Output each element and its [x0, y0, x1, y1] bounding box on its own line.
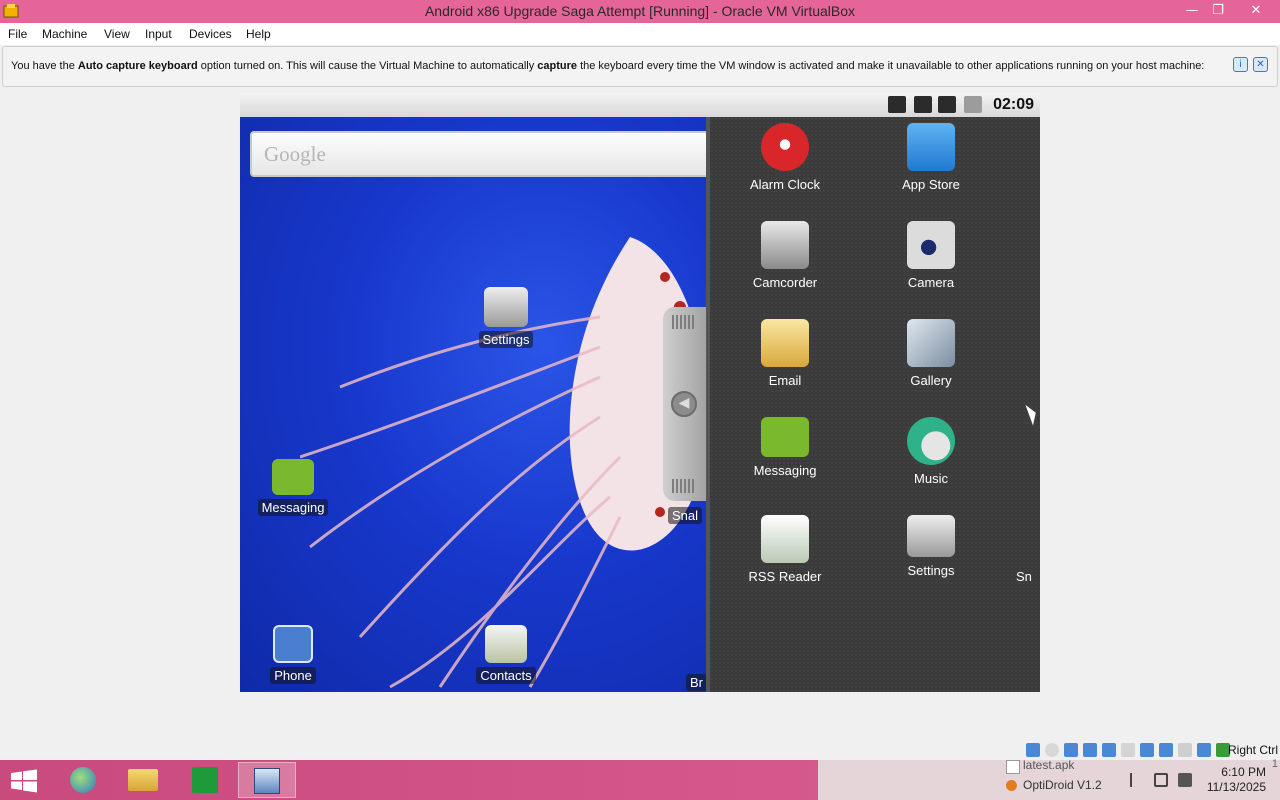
- menu-input[interactable]: Input: [145, 27, 172, 41]
- app-rss-reader[interactable]: RSS Reader: [725, 515, 845, 584]
- vm-status-bar: Right Ctrl: [0, 740, 1280, 760]
- peek-item-optidroid[interactable]: OptiDroid V1.2: [1023, 778, 1102, 792]
- app-app-store[interactable]: App Store: [871, 123, 991, 192]
- auto-capture-notice: You have the Auto capture keyboard optio…: [2, 46, 1278, 87]
- camera-icon: [907, 221, 955, 269]
- desktop-messaging[interactable]: Messaging: [248, 459, 338, 516]
- notice-close-icon[interactable]: ✕: [1253, 57, 1268, 72]
- browser-icon: [70, 767, 96, 793]
- desktop-partial-br[interactable]: Br: [686, 670, 706, 691]
- notice-text: You have the Auto capture keyboard optio…: [11, 60, 1205, 72]
- google-search-placeholder: Google: [264, 142, 326, 166]
- tray-time: 6:10 PM: [1221, 765, 1266, 779]
- windows-taskbar: latest.apk OptiDroid V1.2 6:10 PM 11/13/…: [0, 758, 1280, 800]
- network-icon: [888, 96, 906, 113]
- taskbar-virtualbox[interactable]: [238, 762, 296, 798]
- restore-button[interactable]: ❐: [1202, 0, 1234, 23]
- contacts-icon: [485, 625, 527, 663]
- desktop-partial-snal[interactable]: Snal: [668, 503, 706, 524]
- notice-info-icon[interactable]: i: [1233, 57, 1248, 72]
- signal-icon: [938, 96, 956, 113]
- volume-muted-icon[interactable]: [1178, 773, 1192, 787]
- peek-partial-text: 1: [1271, 758, 1278, 770]
- email-icon: [761, 319, 809, 367]
- android-clock: 02:09: [993, 96, 1034, 113]
- app-drawer[interactable]: Alarm Clock App Store Camcorder Camera E…: [706, 117, 1040, 692]
- taskbar-store[interactable]: [176, 762, 234, 798]
- messaging-icon: [761, 417, 809, 457]
- app-drawer-handle[interactable]: ◀: [663, 307, 706, 501]
- peek-item-latest-apk[interactable]: latest.apk: [1023, 758, 1074, 772]
- rss-reader-icon: [761, 515, 809, 563]
- menu-file[interactable]: File: [8, 27, 27, 41]
- file-icon: [1006, 760, 1020, 774]
- audio-icon[interactable]: [1064, 743, 1078, 757]
- app-partial-sn[interactable]: Sn: [1016, 515, 1040, 584]
- menu-bar: File Machine View Input Devices Help: [0, 23, 1280, 45]
- app-alarm-clock[interactable]: Alarm Clock: [725, 123, 845, 192]
- edge-data-icon: [914, 96, 932, 113]
- close-button[interactable]: ✕: [1234, 0, 1278, 23]
- window-title: Android x86 Upgrade Saga Attempt [Runnin…: [424, 3, 856, 19]
- android-status-bar: 02:09: [240, 93, 1040, 117]
- menu-machine[interactable]: Machine: [42, 27, 87, 41]
- home-screen[interactable]: Google Settings Messaging Phone Contacts…: [240, 117, 706, 692]
- network-tray-icon[interactable]: [1154, 773, 1168, 787]
- android-screen[interactable]: 02:09 Google Settings Messaging Phone Co…: [240, 93, 1040, 692]
- app-gallery[interactable]: Gallery: [871, 319, 991, 388]
- menu-devices[interactable]: Devices: [189, 27, 232, 41]
- usb-icon[interactable]: [1102, 743, 1116, 757]
- app-camera[interactable]: Camera: [871, 221, 991, 290]
- taskbar-file-explorer[interactable]: [114, 762, 172, 798]
- store-icon: [192, 767, 218, 793]
- gallery-icon: [907, 319, 955, 367]
- virtualization-icon[interactable]: [1178, 743, 1192, 757]
- action-center-flag-icon[interactable]: [1130, 773, 1144, 787]
- app-settings[interactable]: Settings: [871, 515, 991, 578]
- app-email[interactable]: Email: [725, 319, 845, 388]
- folder-icon: [128, 769, 158, 791]
- drawer-grip-bottom: [672, 479, 694, 493]
- menu-view[interactable]: View: [104, 27, 130, 41]
- virtualbox-icon: [254, 768, 280, 794]
- display-icon[interactable]: [1140, 743, 1154, 757]
- window-title-bar[interactable]: Android x86 Upgrade Saga Attempt [Runnin…: [0, 0, 1280, 23]
- desktop-phone[interactable]: Phone: [248, 625, 338, 684]
- optical-drive-icon[interactable]: [1045, 743, 1059, 757]
- shared-folders-icon[interactable]: [1121, 743, 1135, 757]
- video-capture-icon[interactable]: [1159, 743, 1173, 757]
- mouse-integration-icon[interactable]: [1197, 743, 1211, 757]
- tray-clock[interactable]: 6:10 PM 11/13/2025: [1207, 765, 1266, 795]
- hard-disk-icon[interactable]: [1026, 743, 1040, 757]
- messaging-icon: [272, 459, 314, 495]
- chevron-left-icon: ◀: [671, 391, 697, 417]
- app-store-icon: [907, 123, 955, 171]
- app-camcorder[interactable]: Camcorder: [725, 221, 845, 290]
- menu-help[interactable]: Help: [246, 27, 271, 41]
- tray-date: 11/13/2025: [1206, 780, 1266, 794]
- phone-icon: [273, 625, 313, 663]
- google-search-bar[interactable]: Google: [250, 131, 706, 177]
- drawer-grip-top: [672, 315, 694, 329]
- settings-icon: [907, 515, 955, 557]
- app-messaging[interactable]: Messaging: [725, 417, 845, 478]
- optidroid-icon: [1006, 780, 1017, 791]
- network-adapter-icon[interactable]: [1083, 743, 1097, 757]
- app-music[interactable]: Music: [871, 417, 991, 486]
- desktop-settings[interactable]: Settings: [461, 287, 551, 348]
- desktop-contacts[interactable]: Contacts: [461, 625, 551, 684]
- taskbar-browser[interactable]: [54, 762, 112, 798]
- windows-start-icon[interactable]: [10, 769, 38, 793]
- alarm-clock-icon: [761, 123, 809, 171]
- host-key-label[interactable]: Right Ctrl: [1228, 743, 1278, 757]
- camcorder-icon: [761, 221, 809, 269]
- music-icon: [907, 417, 955, 465]
- battery-icon: [964, 96, 982, 113]
- settings-icon: [484, 287, 528, 327]
